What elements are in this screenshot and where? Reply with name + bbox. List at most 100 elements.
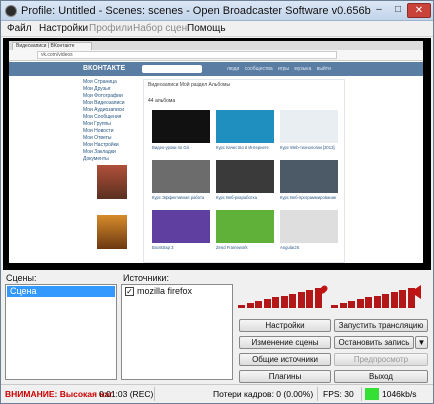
browser-tab-strip: Видеозаписи | ВКонтакте (9, 41, 423, 50)
vk-video-caption: Zend Framework (216, 245, 248, 250)
vk-video-caption: Bootstrap 3 (152, 245, 174, 250)
vk-video-thumbnail (216, 160, 274, 193)
vk-video-thumbnail (152, 160, 210, 193)
vk-sidebar-link: Мои Группы (83, 121, 111, 127)
menu-bar: Файл Настройки Профили Набор сцен Помощь (1, 21, 433, 37)
sources-label: Источники: (123, 273, 169, 283)
minimize-button[interactable]: – (369, 3, 389, 18)
window-title: Profile: Untitled - Scenes: scenes - Ope… (21, 5, 371, 17)
vk-sidebar-link: Мои Фотографии (83, 93, 123, 99)
meter-bar (263, 299, 271, 308)
vk-sidebar-link: Мои Настройки (83, 142, 119, 148)
meter-bar (238, 305, 245, 308)
status-time: 0:01:03 (REC) (99, 389, 154, 399)
meter-bar (390, 291, 398, 308)
status-dropped-frames: Потери кадров: 0 (0.00%) (213, 389, 314, 399)
meter-bar (382, 293, 389, 308)
source-checkbox[interactable]: ✓ (125, 287, 134, 296)
microphone-icon[interactable] (312, 283, 330, 301)
meter-bar (280, 295, 288, 308)
speaker-icon[interactable] (409, 284, 425, 300)
vk-video-thumbnail (216, 210, 274, 243)
scene-item[interactable]: Сцена (7, 286, 115, 297)
status-bar: ВНИМАНИЕ: Высокая наг 0:01:03 (REC) Поте… (1, 384, 433, 403)
global-sources-button[interactable]: Общие источники (239, 353, 331, 366)
meter-bar (331, 305, 338, 308)
vk-video-thumbnail (280, 160, 338, 193)
exit-button[interactable]: Выход (334, 370, 428, 383)
vk-sidebar-link: Моя Страница (83, 79, 117, 85)
vk-ad-image (97, 215, 127, 249)
close-button[interactable]: ✕ (407, 3, 431, 18)
vk-sidebar-link: Мои Сообщения (83, 114, 122, 120)
record-dropdown-button[interactable]: ▼ (415, 336, 428, 349)
status-fps: FPS: 30 (323, 389, 354, 399)
meter-bar (272, 297, 279, 308)
meter-bar (297, 291, 305, 308)
plugins-button[interactable]: Плагины (239, 370, 331, 383)
obs-app-icon (5, 5, 17, 17)
status-separator (154, 387, 155, 401)
title-bar[interactable]: Profile: Untitled - Scenes: scenes - Ope… (1, 1, 433, 21)
browser-url: vk.com/videos (37, 51, 337, 59)
scenes-label: Сцены: (6, 273, 37, 283)
preview-button[interactable]: Предпросмотр (334, 353, 428, 366)
vk-sidebar: Моя Страница Мои Друзья Мои Фотографии М… (83, 79, 139, 263)
vk-video-caption: AngularJS (280, 245, 300, 250)
vk-logo: ВКОНТАКТЕ (83, 65, 126, 72)
vk-video-thumbnail (216, 110, 274, 143)
vk-video-thumbnail (280, 210, 338, 243)
scenes-list[interactable]: Сцена (5, 284, 117, 380)
vk-video-caption: Курс Web-технологии [2013] (280, 145, 335, 150)
status-separator (317, 387, 318, 401)
vk-video-thumbnail (280, 110, 338, 143)
scene-edit-button[interactable]: Изменение сцены (239, 336, 331, 349)
meter-bar (399, 289, 406, 308)
meter-bar (348, 301, 355, 308)
source-item[interactable]: ✓ mozilla firefox (123, 286, 231, 297)
vk-sidebar-link: Мои Друзья (83, 86, 111, 92)
menu-settings[interactable]: Настройки (39, 23, 88, 34)
vk-sidebar-link: Документы (83, 156, 109, 162)
meter-bar (365, 297, 372, 308)
vk-toolbar: Видеозаписи Мой раздел Альбомы (148, 82, 231, 88)
obs-window: Profile: Untitled - Scenes: scenes - Ope… (0, 0, 434, 404)
meter-bar (289, 293, 296, 308)
maximize-button[interactable]: □ (389, 3, 407, 18)
vk-video-caption: Курс Веб-разработка (216, 195, 257, 200)
source-name: mozilla firefox (137, 286, 193, 296)
vk-video-caption: Курс Эффективная работа (152, 195, 205, 200)
control-panel: Сцены: Сцена Источники: ✓ mozilla firefo… (1, 272, 433, 383)
menu-help[interactable]: Помощь (187, 23, 226, 34)
meter-bar (255, 301, 262, 308)
vk-nav: люди сообщества игры музыка выйти (227, 66, 331, 72)
browser-tab: Видеозаписи | ВКонтакте (12, 42, 92, 50)
vk-video-caption: Видео-уроки по Git (152, 145, 189, 150)
status-separator (361, 387, 362, 401)
menu-scene-collection[interactable]: Набор сцен (133, 23, 187, 34)
vk-header: ВКОНТАКТЕ люди сообщества игры музыка вы… (9, 62, 423, 76)
vk-sidebar-link: Мои Видеозаписи (83, 100, 125, 106)
menu-file[interactable]: Файл (7, 23, 32, 34)
meter-bar (373, 295, 381, 308)
settings-button[interactable]: Настройки (239, 319, 331, 332)
vk-sidebar-link: Мои Закладки (83, 149, 116, 155)
menu-profiles[interactable]: Профили (89, 23, 133, 34)
meter-bar (246, 303, 254, 308)
start-stream-button[interactable]: Запустить трансляцию (334, 319, 428, 332)
browser-address-bar: vk.com/videos (9, 50, 423, 61)
stop-record-button[interactable]: Остановить запись (334, 336, 414, 349)
vk-ad-image (97, 165, 127, 199)
vk-video-caption: Курс Качество в Интернете (216, 145, 269, 150)
preview-area[interactable]: Видеозаписи | ВКонтакте vk.com/videos ВК… (3, 38, 431, 270)
vk-video-thumbnail (152, 110, 210, 143)
captured-browser-window: Видеозаписи | ВКонтакте vk.com/videos ВК… (9, 41, 423, 263)
vk-video-caption: Курс Веб-программирование (280, 195, 337, 200)
status-warning: ВНИМАНИЕ: Высокая наг (5, 389, 113, 399)
vk-sidebar-link: Мои Ответы (83, 135, 112, 141)
meter-bar (339, 303, 347, 308)
sources-list[interactable]: ✓ mozilla firefox (121, 284, 233, 380)
vk-video-thumbnail (152, 210, 210, 243)
vk-sidebar-link: Мои Новости (83, 128, 114, 134)
bitrate-indicator (365, 388, 379, 400)
